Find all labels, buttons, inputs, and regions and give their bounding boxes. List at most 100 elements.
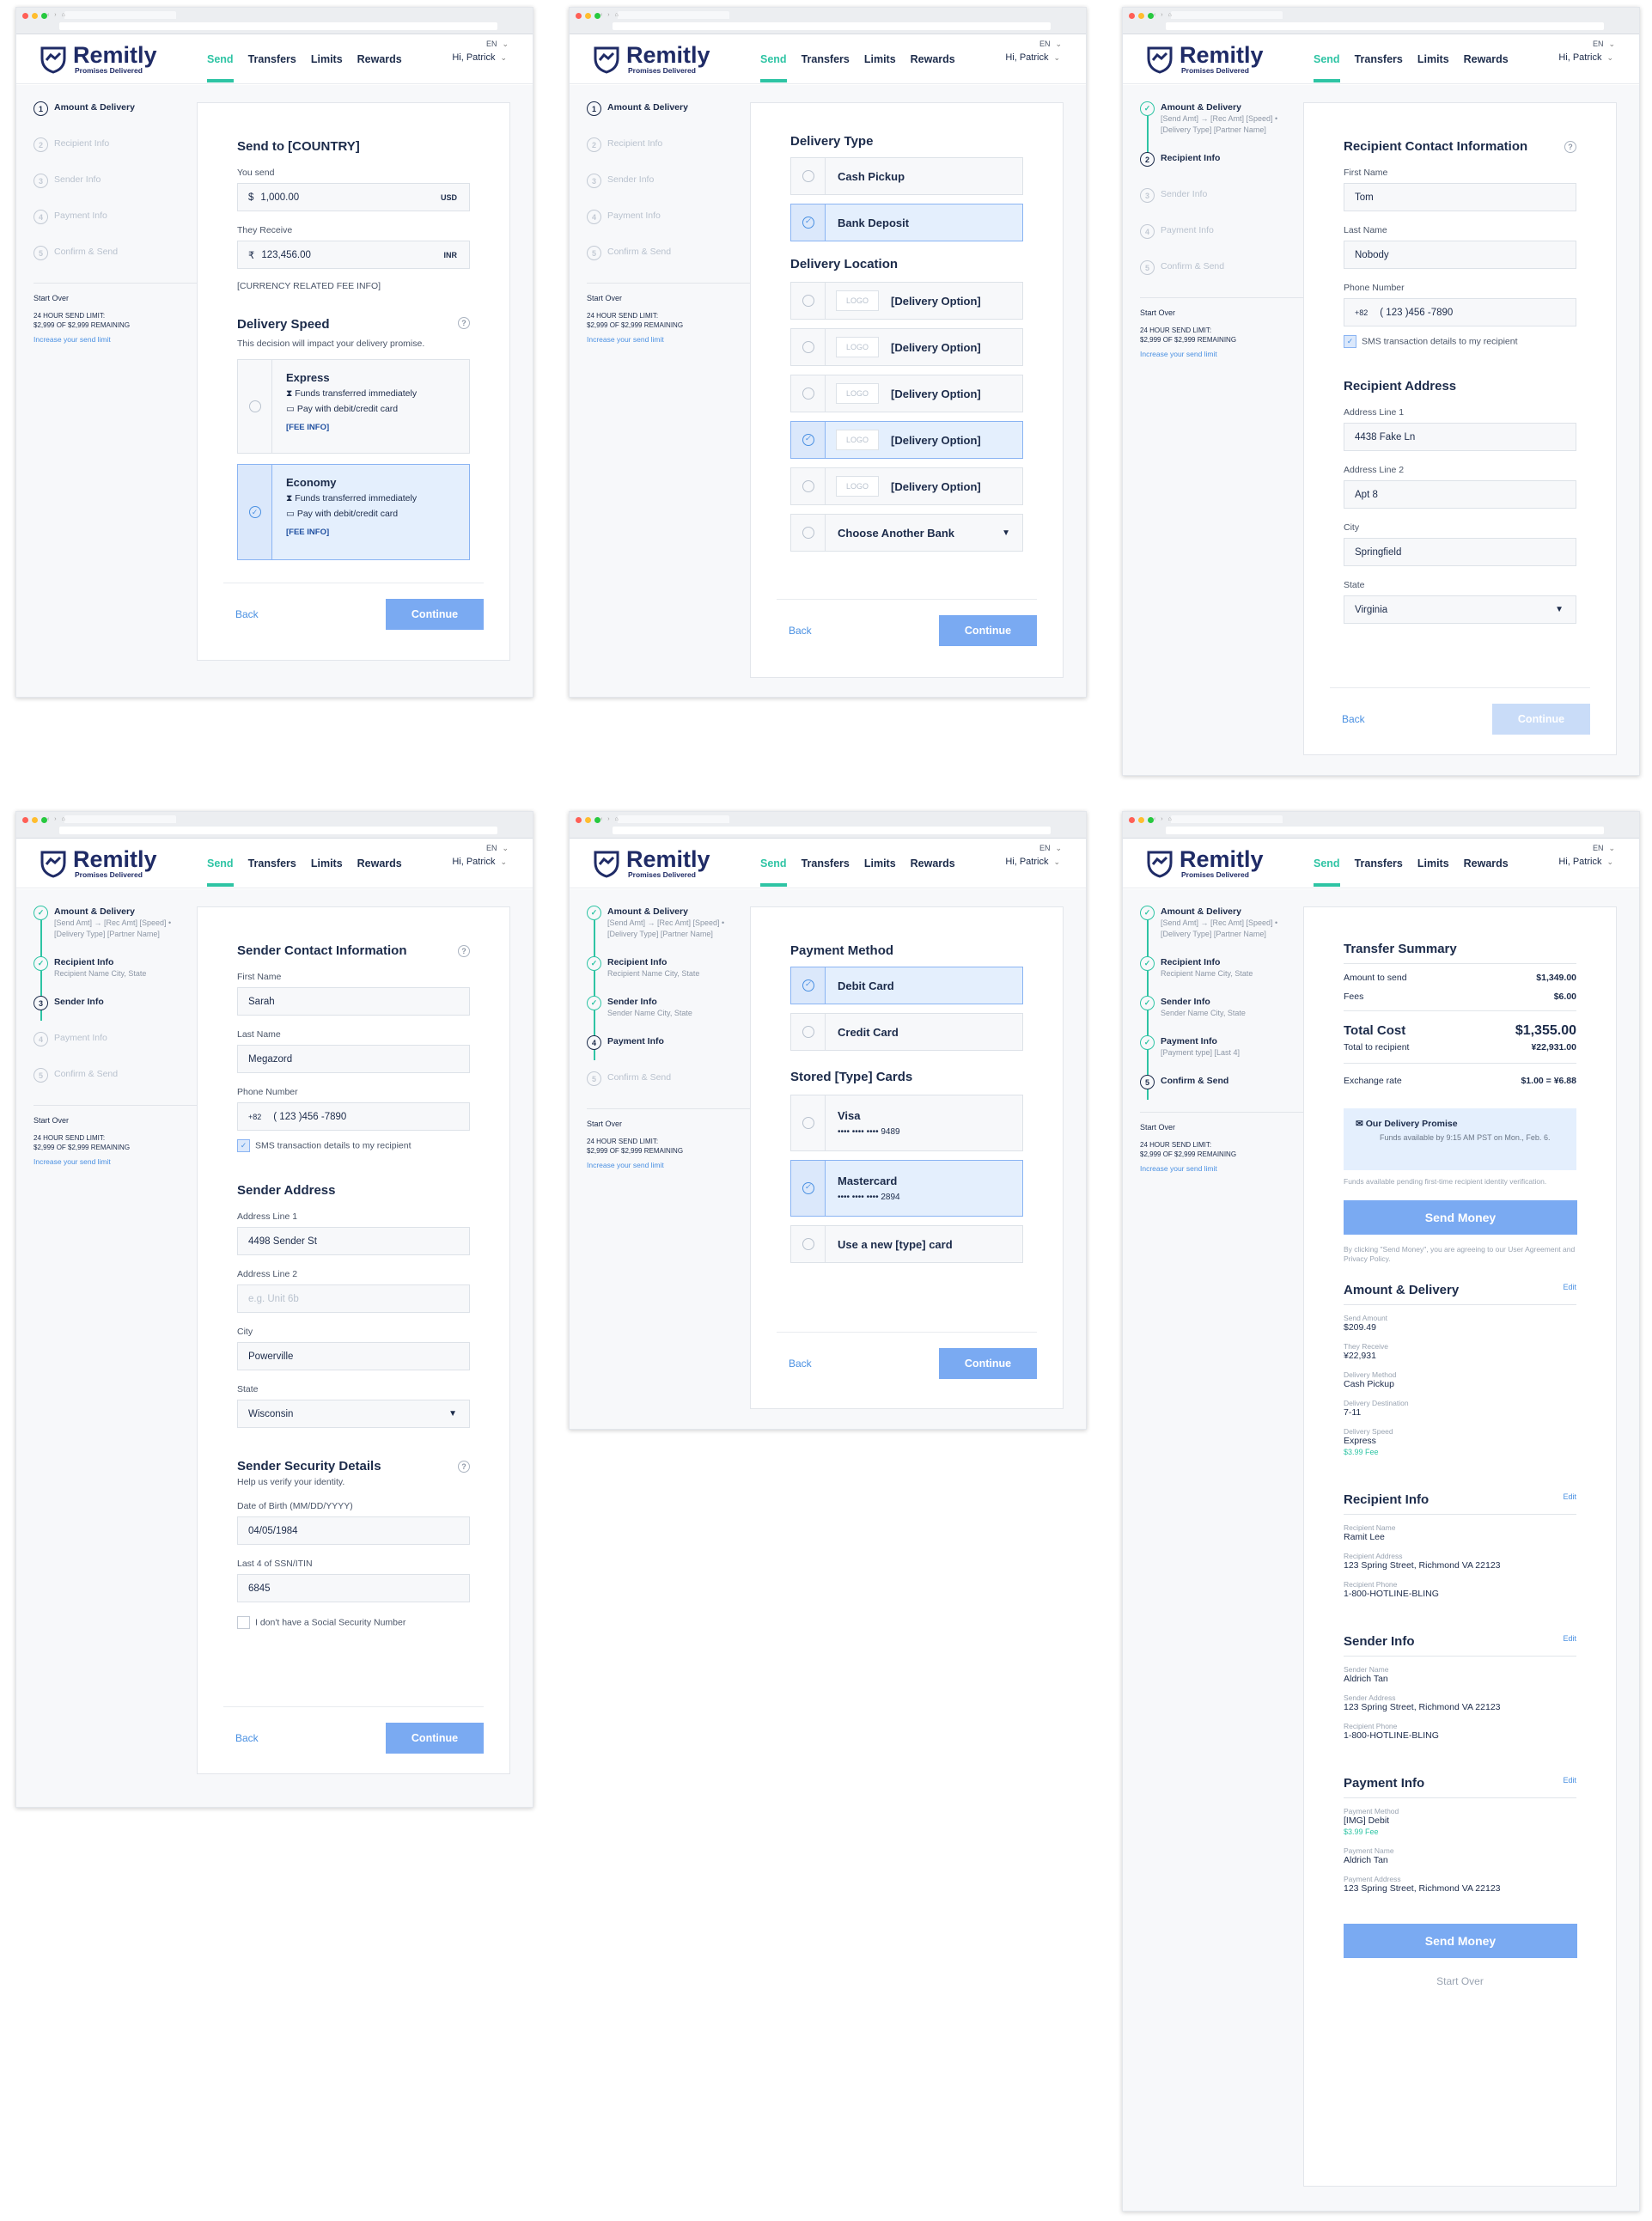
- nav-rewards[interactable]: Rewards: [357, 53, 402, 65]
- step-2[interactable]: ✓ Recipient Info Recipient Name City, Stat…: [34, 956, 197, 1021]
- step-2[interactable]: ✓ Recipient Info Recipient Name City, Stat…: [587, 956, 750, 1021]
- choose-bank-select[interactable]: Choose Another Bank ▼: [790, 514, 1023, 552]
- nav-send[interactable]: Send: [207, 857, 234, 887]
- back-button[interactable]: Back: [789, 1358, 812, 1370]
- they-receive-input[interactable]: ₹123,456.00 INR: [237, 241, 470, 269]
- text-input[interactable]: Megazord: [237, 1045, 470, 1073]
- you-send-input[interactable]: $1,000.00 USD: [237, 183, 470, 211]
- option-row[interactable]: LOGO[Delivery Option]: [790, 375, 1023, 412]
- language-select[interactable]: EN ⌄: [1593, 844, 1615, 853]
- phone-input[interactable]: +82( 123 )456 -7890: [237, 1102, 470, 1131]
- step-1[interactable]: ✓ Amount & Delivery [Send Amt] → [Rec Amt]…: [1140, 101, 1303, 166]
- continue-button[interactable]: Continue: [1492, 704, 1590, 735]
- nav-rewards[interactable]: Rewards: [1464, 53, 1509, 65]
- nav-send[interactable]: Send: [1314, 857, 1340, 887]
- nav-limits[interactable]: Limits: [311, 53, 343, 65]
- increase-limit-link[interactable]: Increase your send limit: [587, 1161, 750, 1169]
- language-select[interactable]: EN ⌄: [1039, 40, 1062, 49]
- nav-transfers[interactable]: Transfers: [248, 53, 296, 65]
- start-over-link[interactable]: Start Over: [34, 1116, 197, 1125]
- radio-button[interactable]: [791, 204, 826, 241]
- ssn-input[interactable]: 6845: [237, 1574, 470, 1602]
- edit-link[interactable]: Edit: [1563, 1283, 1576, 1297]
- radio-button[interactable]: [791, 283, 826, 319]
- start-over-link[interactable]: Start Over: [587, 1120, 750, 1128]
- nav-send[interactable]: Send: [1314, 53, 1340, 82]
- text-input[interactable]: 4498 Sender St: [237, 1227, 470, 1255]
- start-over-link[interactable]: Start Over: [1140, 308, 1303, 317]
- back-button[interactable]: Back: [235, 1732, 259, 1744]
- increase-limit-link[interactable]: Increase your send limit: [34, 1157, 197, 1166]
- step-1[interactable]: ✓ Amount & Delivery [Send Amt] → [Rec Amt]…: [587, 906, 750, 970]
- language-select[interactable]: EN ⌄: [486, 844, 509, 853]
- step-3[interactable]: ✓ Sender Info Sender Name City, State: [1140, 996, 1303, 1060]
- option-row[interactable]: LOGO[Delivery Option]: [790, 282, 1023, 320]
- user-menu[interactable]: Hi, Patrick ⌄: [1005, 52, 1060, 63]
- start-over-link[interactable]: Start Over: [1140, 1123, 1303, 1132]
- url-bar[interactable]: [59, 827, 497, 834]
- nav-limits[interactable]: Limits: [864, 857, 896, 869]
- increase-limit-link[interactable]: Increase your send limit: [1140, 1164, 1303, 1173]
- option-row[interactable]: Cash Pickup: [790, 157, 1023, 195]
- text-input[interactable]: Apt 8: [1344, 480, 1576, 509]
- text-input[interactable]: Sarah: [237, 987, 470, 1016]
- text-input[interactable]: Tom: [1344, 183, 1576, 211]
- user-menu[interactable]: Hi, Patrick ⌄: [1558, 857, 1613, 867]
- url-bar[interactable]: [1166, 22, 1604, 30]
- radio-button[interactable]: [791, 468, 826, 504]
- state-select[interactable]: Virginia ▼: [1344, 595, 1576, 624]
- start-over-link[interactable]: Start Over: [587, 294, 750, 302]
- url-bar[interactable]: [613, 22, 1051, 30]
- option-row[interactable]: Bank Deposit: [790, 204, 1023, 241]
- option-row[interactable]: Credit Card: [790, 1013, 1023, 1051]
- language-select[interactable]: EN ⌄: [1593, 40, 1615, 49]
- text-input[interactable]: Nobody: [1344, 241, 1576, 269]
- radio-button[interactable]: [791, 158, 826, 194]
- text-input[interactable]: Powerville: [237, 1342, 470, 1370]
- sms-checkbox[interactable]: ✓ SMS transaction details to my recipient: [1344, 335, 1576, 348]
- radio-button[interactable]: [791, 1226, 826, 1262]
- nav-send[interactable]: Send: [760, 857, 787, 887]
- phone-input[interactable]: +82( 123 )456 -7890: [1344, 298, 1576, 326]
- radio-button[interactable]: [791, 967, 826, 1004]
- option-row[interactable]: LOGO[Delivery Option]: [790, 328, 1023, 366]
- nav-limits[interactable]: Limits: [864, 53, 896, 65]
- brand-logo[interactable]: Remitly Promises Delivered: [39, 848, 157, 879]
- nav-send[interactable]: Send: [207, 53, 234, 82]
- brand-logo[interactable]: Remitly Promises Delivered: [1145, 44, 1264, 75]
- no-ssn-checkbox[interactable]: I don't have a Social Security Number: [237, 1616, 470, 1629]
- option-row[interactable]: LOGO[Delivery Option]: [790, 467, 1023, 505]
- send-money-button-bottom[interactable]: Send Money: [1344, 1924, 1577, 1958]
- nav-rewards[interactable]: Rewards: [911, 857, 955, 869]
- url-bar[interactable]: [1166, 827, 1604, 834]
- url-bar[interactable]: [613, 827, 1051, 834]
- brand-logo[interactable]: Remitly Promises Delivered: [592, 848, 710, 879]
- step-1[interactable]: ✓ Amount & Delivery [Send Amt] → [Rec Amt]…: [34, 906, 197, 970]
- nav-limits[interactable]: Limits: [311, 857, 343, 869]
- increase-limit-link[interactable]: Increase your send limit: [587, 335, 750, 344]
- user-menu[interactable]: Hi, Patrick ⌄: [452, 52, 507, 63]
- user-menu[interactable]: Hi, Patrick ⌄: [452, 857, 507, 867]
- nav-rewards[interactable]: Rewards: [357, 857, 402, 869]
- nav-transfers[interactable]: Transfers: [248, 857, 296, 869]
- brand-logo[interactable]: Remitly Promises Delivered: [39, 44, 157, 75]
- start-over-link[interactable]: Start Over: [1344, 1975, 1576, 1987]
- state-select[interactable]: Wisconsin ▼: [237, 1400, 470, 1428]
- nav-send[interactable]: Send: [760, 53, 787, 82]
- nav-transfers[interactable]: Transfers: [802, 857, 850, 869]
- continue-button[interactable]: Continue: [939, 615, 1037, 646]
- nav-limits[interactable]: Limits: [1417, 857, 1449, 869]
- increase-limit-link[interactable]: Increase your send limit: [34, 335, 197, 344]
- step-3[interactable]: ✓ Sender Info Sender Name City, State: [587, 996, 750, 1060]
- start-over-link[interactable]: Start Over: [34, 294, 197, 302]
- brand-logo[interactable]: Remitly Promises Delivered: [1145, 848, 1264, 879]
- text-input[interactable]: Springfield: [1344, 538, 1576, 566]
- economy-option[interactable]: ✓ Economy ⧗ Funds transferred immediately ▭…: [237, 464, 470, 560]
- radio-button[interactable]: [791, 375, 826, 412]
- step-1[interactable]: ✓ Amount & Delivery [Send Amt] → [Rec Amt]…: [1140, 906, 1303, 970]
- nav-transfers[interactable]: Transfers: [1355, 53, 1403, 65]
- send-money-button[interactable]: Send Money: [1344, 1200, 1577, 1235]
- option-row[interactable]: Debit Card: [790, 967, 1023, 1004]
- mastercard-option[interactable]: Mastercard•••• •••• •••• 2894: [790, 1160, 1023, 1217]
- continue-button[interactable]: Continue: [939, 1348, 1037, 1379]
